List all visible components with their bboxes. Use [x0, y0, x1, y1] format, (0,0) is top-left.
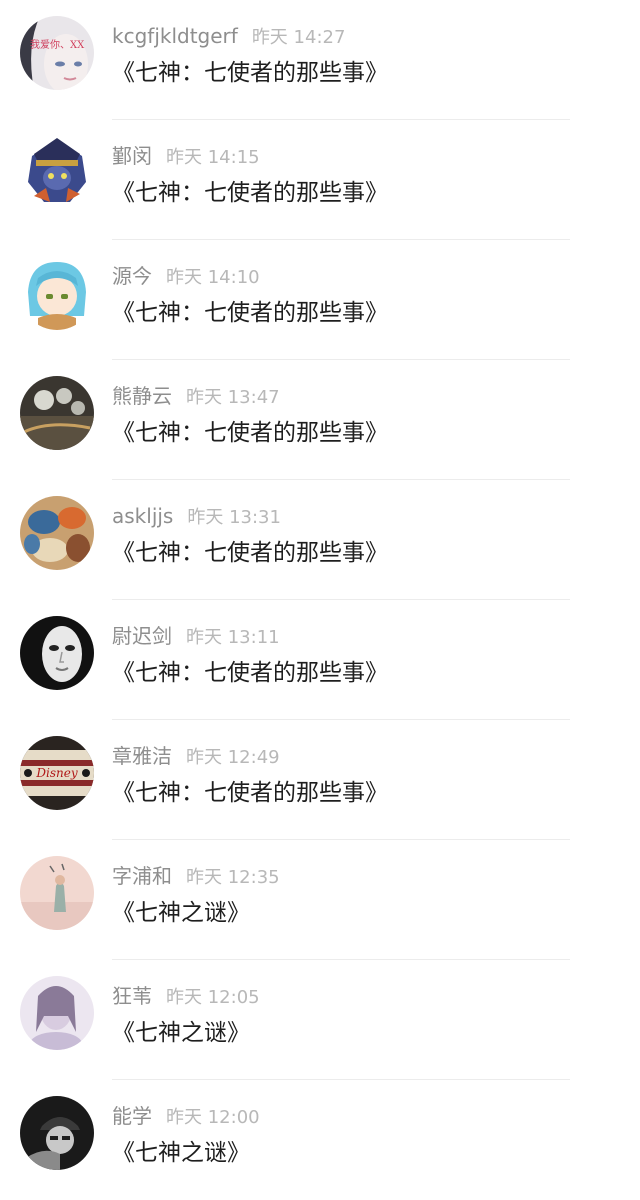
list-item[interactable]: 熊静云 昨天 13:47 《七神：七使者的那些事》 [0, 360, 640, 480]
username[interactable]: askljjs [112, 504, 173, 528]
list-item[interactable]: 狂苇 昨天 12:05 《七神之谜》 [0, 960, 640, 1080]
avatar[interactable] [20, 496, 94, 570]
list-item[interactable]: askljjs 昨天 13:31 《七神：七使者的那些事》 [0, 480, 640, 600]
soft-portrait-avatar-icon [20, 976, 94, 1050]
avatar-caption: Disney [35, 766, 77, 780]
list-item[interactable]: 我爱你、XX kcgfjkldtgerf 昨天 14:27 《七神：七使者的那些事… [0, 0, 640, 120]
masked-character-avatar-icon [20, 136, 94, 210]
avatar[interactable] [20, 856, 94, 930]
message-text: 《七神：七使者的那些事》 [112, 660, 388, 686]
username[interactable]: kcgfjkldtgerf [112, 24, 238, 48]
username[interactable]: 狂苇 [112, 984, 152, 1008]
message-text: 《七神：七使者的那些事》 [112, 780, 388, 806]
message-text: 《七神：七使者的那些事》 [112, 540, 388, 566]
timestamp: 昨天 14:10 [166, 267, 260, 288]
comment-feed: 我爱你、XX kcgfjkldtgerf 昨天 14:27 《七神：七使者的那些事… [0, 0, 640, 1191]
message-text: 《七神之谜》 [112, 900, 250, 926]
boy-in-cap-avatar-icon [20, 1096, 94, 1170]
avatar[interactable] [20, 1096, 94, 1170]
timestamp: 昨天 13:11 [186, 627, 280, 648]
timestamp: 昨天 14:15 [166, 147, 260, 168]
avatar[interactable] [20, 976, 94, 1050]
timestamp: 昨天 14:27 [251, 27, 346, 48]
avatar[interactable] [20, 136, 94, 210]
timestamp: 昨天 13:31 [187, 507, 281, 528]
white-mask-avatar-icon [20, 616, 94, 690]
timestamp: 昨天 12:05 [166, 987, 260, 1008]
pale-girl-avatar-icon: 我爱你、XX [20, 16, 94, 90]
pastel-figure-avatar-icon [20, 856, 94, 930]
timestamp: 昨天 12:00 [166, 1107, 260, 1128]
list-item[interactable]: 源今 昨天 14:10 《七神：七使者的那些事》 [0, 240, 640, 360]
username[interactable]: 能学 [112, 1104, 152, 1128]
timestamp: 昨天 13:47 [186, 387, 280, 408]
username[interactable]: 熊静云 [112, 384, 172, 408]
list-item[interactable]: Disney 章雅洁 昨天 12:49 《七神：七使者的那些事》 [0, 720, 640, 840]
username[interactable]: 章雅洁 [112, 744, 172, 768]
username[interactable]: 源今 [112, 264, 152, 288]
list-item[interactable]: 尉迟剑 昨天 13:11 《七神：七使者的那些事》 [0, 600, 640, 720]
avatar[interactable]: 我爱你、XX [20, 16, 94, 90]
wind-chime-avatar-icon [20, 376, 94, 450]
anime-girl-avatar-icon [20, 256, 94, 330]
seashells-avatar-icon [20, 496, 94, 570]
message-text: 《七神之谜》 [112, 1020, 250, 1046]
message-text: 《七神：七使者的那些事》 [112, 60, 388, 86]
username[interactable]: 字浦和 [112, 864, 172, 888]
avatar[interactable]: Disney [20, 736, 94, 810]
timestamp: 昨天 12:35 [186, 867, 280, 888]
avatar[interactable] [20, 376, 94, 450]
message-text: 《七神：七使者的那些事》 [112, 300, 388, 326]
avatar[interactable] [20, 256, 94, 330]
disney-sign-avatar-icon: Disney [20, 736, 94, 810]
avatar-caption: 我爱你、XX [30, 38, 85, 51]
avatar[interactable] [20, 616, 94, 690]
username[interactable]: 尉迟剑 [112, 624, 172, 648]
message-text: 《七神：七使者的那些事》 [112, 420, 388, 446]
message-text: 《七神：七使者的那些事》 [112, 180, 388, 206]
message-text: 《七神之谜》 [112, 1140, 250, 1166]
list-item[interactable]: 鄞闵 昨天 14:15 《七神：七使者的那些事》 [0, 120, 640, 240]
username[interactable]: 鄞闵 [112, 144, 152, 168]
list-item[interactable]: 字浦和 昨天 12:35 《七神之谜》 [0, 840, 640, 960]
timestamp: 昨天 12:49 [186, 747, 280, 768]
list-item[interactable]: 能学 昨天 12:00 《七神之谜》 [0, 1080, 640, 1200]
